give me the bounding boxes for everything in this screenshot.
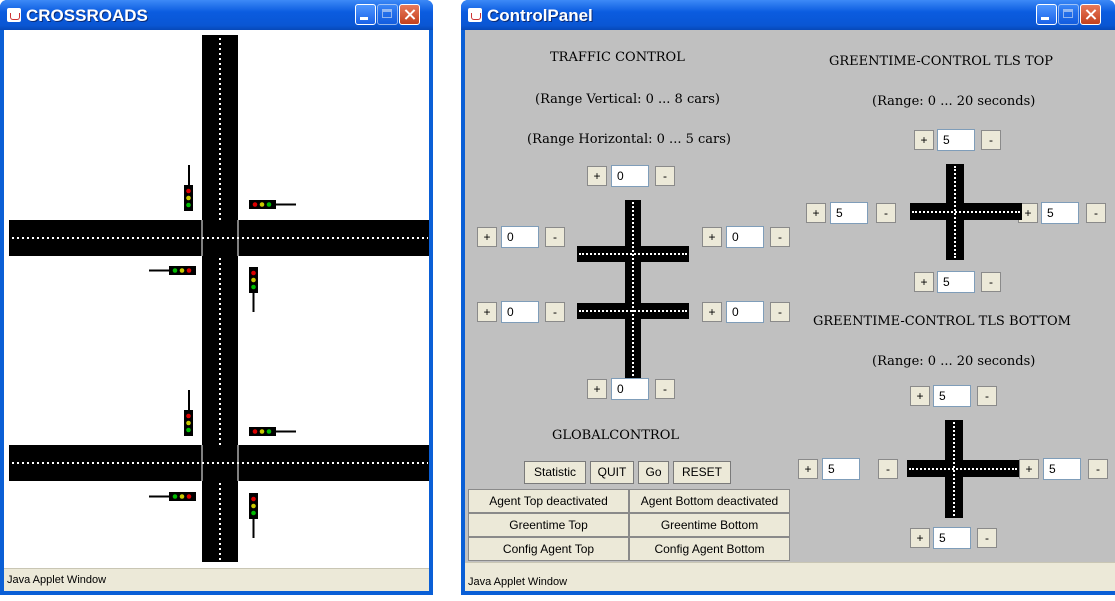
tls-top-south-field[interactable]: 5 xyxy=(937,271,975,293)
traffic-light-icon xyxy=(184,165,193,211)
crossroads-window: CROSSROADS Java Applet Window xyxy=(0,0,433,595)
traffic-light-icon xyxy=(249,493,258,538)
traffic-upper-left-minus-button[interactable]: - xyxy=(545,227,565,247)
crossroads-titlebar[interactable]: CROSSROADS xyxy=(0,0,433,30)
agent-top-button[interactable]: Agent Top deactivated xyxy=(468,489,629,513)
tls-top-west-minus-button[interactable]: - xyxy=(876,203,896,223)
global-control-heading: GLOBALCONTROL xyxy=(552,428,679,443)
traffic-lower-left-minus-button[interactable]: - xyxy=(545,302,565,322)
tls-bottom-heading: GREENTIME-CONTROL TLS BOTTOM xyxy=(813,314,1071,329)
minimize-icon[interactable] xyxy=(355,4,376,25)
tls-bottom-west-field[interactable]: 5 xyxy=(822,458,860,480)
tls-top-west-field[interactable]: 5 xyxy=(830,202,868,224)
traffic-lower-left-field[interactable]: 0 xyxy=(501,301,539,323)
tls-top-south-plus-button[interactable]: + xyxy=(914,272,934,292)
java-icon xyxy=(7,8,21,22)
control-panel-window: ControlPanel TRAFFIC CONTROL (Range Vert… xyxy=(461,0,1115,595)
reset-button[interactable]: RESET xyxy=(673,461,731,484)
traffic-upper-right-minus-button[interactable]: - xyxy=(770,227,790,247)
control-panel-title: ControlPanel xyxy=(487,6,593,25)
tls-bottom-south-plus-button[interactable]: + xyxy=(910,528,930,548)
range-horizontal-label: (Range Horizontal: 0 ... 5 cars) xyxy=(527,132,731,147)
traffic-light-icon xyxy=(184,390,193,436)
road-map xyxy=(9,35,429,562)
traffic-lower-right-field[interactable]: 0 xyxy=(726,301,764,323)
traffic-upper-left-field[interactable]: 0 xyxy=(501,226,539,248)
control-panel-statusbar: Java Applet Window xyxy=(465,562,1115,591)
tls-top-east-field[interactable]: 5 xyxy=(1041,202,1079,224)
tls-top-range-label: (Range: 0 ... 20 seconds) xyxy=(872,94,1036,109)
traffic-mini-map xyxy=(577,200,689,378)
tls-bottom-north-plus-button[interactable]: + xyxy=(910,386,930,406)
greentime-bottom-button[interactable]: Greentime Bottom xyxy=(629,513,790,537)
traffic-top-plus-button[interactable]: + xyxy=(587,166,607,186)
traffic-lower-right-minus-button[interactable]: - xyxy=(770,302,790,322)
tls-bottom-west-minus-button[interactable]: - xyxy=(878,459,898,479)
crossroads-client: Java Applet Window xyxy=(4,30,429,591)
crossroads-title: CROSSROADS xyxy=(26,6,148,25)
go-button[interactable]: Go xyxy=(638,461,669,484)
tls-bottom-east-field[interactable]: 5 xyxy=(1043,458,1081,480)
traffic-control-heading: TRAFFIC CONTROL xyxy=(550,50,685,65)
java-icon xyxy=(468,8,482,22)
tls-top-west-plus-button[interactable]: + xyxy=(806,203,826,223)
traffic-light-icon xyxy=(249,200,296,209)
statistic-button[interactable]: Statistic xyxy=(524,461,586,484)
range-vertical-label: (Range Vertical: 0 ... 8 cars) xyxy=(535,92,720,107)
traffic-top-minus-button[interactable]: - xyxy=(655,166,675,186)
tls-bottom-south-field[interactable]: 5 xyxy=(933,527,971,549)
tls-bottom-south-minus-button[interactable]: - xyxy=(977,528,997,548)
tls-bottom-north-field[interactable]: 5 xyxy=(933,385,971,407)
traffic-light-icon xyxy=(249,267,258,312)
config-agent-top-button[interactable]: Config Agent Top xyxy=(468,537,629,561)
greentime-top-button[interactable]: Greentime Top xyxy=(468,513,629,537)
maximize-icon xyxy=(1058,4,1079,25)
tls-top-north-minus-button[interactable]: - xyxy=(981,130,1001,150)
minimize-icon[interactable] xyxy=(1036,4,1057,25)
tls-top-south-minus-button[interactable]: - xyxy=(981,272,1001,292)
close-icon[interactable] xyxy=(1080,4,1101,25)
agent-bottom-button[interactable]: Agent Bottom deactivated xyxy=(629,489,790,513)
quit-button[interactable]: QUIT xyxy=(590,461,634,484)
traffic-upper-right-plus-button[interactable]: + xyxy=(702,227,722,247)
traffic-lower-right-plus-button[interactable]: + xyxy=(702,302,722,322)
tls-top-mini-map xyxy=(910,164,1022,260)
traffic-bottom-field[interactable]: 0 xyxy=(611,378,649,400)
tls-top-north-plus-button[interactable]: + xyxy=(914,130,934,150)
tls-bottom-east-plus-button[interactable]: + xyxy=(1019,459,1039,479)
tls-bottom-west-plus-button[interactable]: + xyxy=(798,459,818,479)
close-icon[interactable] xyxy=(399,4,420,25)
crossroads-statusbar: Java Applet Window xyxy=(4,568,429,591)
traffic-top-field[interactable]: 0 xyxy=(611,165,649,187)
traffic-bottom-plus-button[interactable]: + xyxy=(587,379,607,399)
tls-top-east-minus-button[interactable]: - xyxy=(1086,203,1106,223)
control-panel-titlebar[interactable]: ControlPanel xyxy=(461,0,1115,30)
traffic-upper-left-plus-button[interactable]: + xyxy=(477,227,497,247)
traffic-upper-right-field[interactable]: 0 xyxy=(726,226,764,248)
tls-bottom-east-minus-button[interactable]: - xyxy=(1088,459,1108,479)
tls-bottom-north-minus-button[interactable]: - xyxy=(977,386,997,406)
traffic-bottom-minus-button[interactable]: - xyxy=(655,379,675,399)
traffic-light-icon xyxy=(249,427,296,436)
tls-top-heading: GREENTIME-CONTROL TLS TOP xyxy=(829,54,1054,69)
control-panel-client: TRAFFIC CONTROL (Range Vertical: 0 ... 8… xyxy=(465,30,1115,591)
tls-top-north-field[interactable]: 5 xyxy=(937,129,975,151)
tls-bottom-mini-map xyxy=(907,420,1019,518)
config-agent-bottom-button[interactable]: Config Agent Bottom xyxy=(629,537,790,561)
tls-bottom-range-label: (Range: 0 ... 20 seconds) xyxy=(872,354,1036,369)
maximize-icon xyxy=(377,4,398,25)
traffic-light-icon xyxy=(149,266,196,275)
traffic-light-icon xyxy=(149,492,196,501)
traffic-lower-left-plus-button[interactable]: + xyxy=(477,302,497,322)
